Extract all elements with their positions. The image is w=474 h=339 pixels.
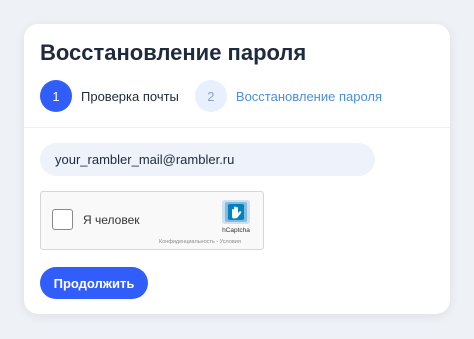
hcaptcha-widget: Я человек hCaptcha Конфиденциальность - … <box>40 191 264 250</box>
hcaptcha-logo-icon <box>222 200 250 224</box>
divider <box>24 127 450 128</box>
step-check-email: 1 Проверка почты <box>40 80 179 112</box>
captcha-label: Я человек <box>83 213 140 227</box>
step-label-2: Восстановление пароля <box>235 88 383 104</box>
email-field[interactable] <box>40 143 375 176</box>
continue-button[interactable]: Продолжить <box>40 267 148 299</box>
captcha-privacy-terms[interactable]: Конфиденциальность - Условия <box>159 239 241 245</box>
step-reset-password: 2 Восстановление пароля <box>194 80 383 112</box>
step-number-2: 2 <box>194 80 227 112</box>
stepper: 1 Проверка почты 2 Восстановление пароля <box>40 80 398 112</box>
page-title: Восстановление пароля <box>40 40 307 65</box>
step-number-1: 1 <box>40 80 72 112</box>
step-label-1: Проверка почты <box>81 88 179 104</box>
captcha-checkbox[interactable] <box>52 209 73 230</box>
hcaptcha-brand: hCaptcha <box>222 227 250 234</box>
password-recovery-card: Восстановление пароля 1 Проверка почты 2… <box>24 24 450 314</box>
